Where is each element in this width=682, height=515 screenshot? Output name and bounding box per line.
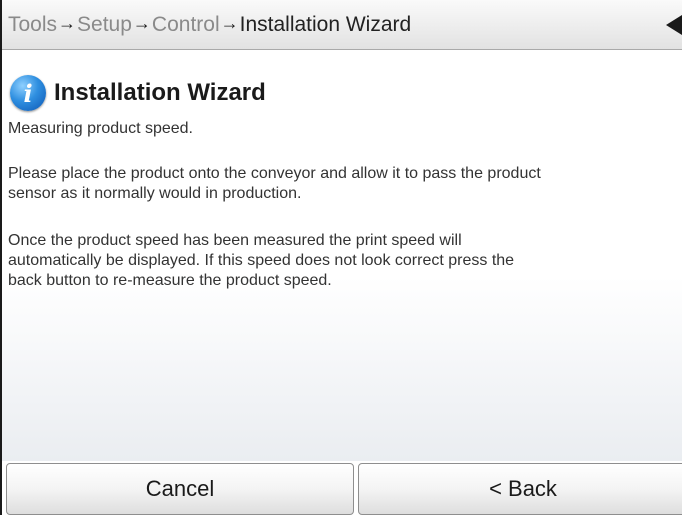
instruction-text: Please place the product onto the convey… xyxy=(8,165,541,202)
breadcrumb-arrow-icon: → xyxy=(132,13,151,33)
breadcrumb-item-tools[interactable]: Tools xyxy=(8,13,57,37)
breadcrumb-arrow-icon: → xyxy=(220,13,239,33)
help-text: Once the product speed has been measured… xyxy=(8,232,515,289)
page-title: Installation Wizard xyxy=(54,79,266,106)
cancel-button[interactable]: Cancel xyxy=(6,463,354,515)
back-button[interactable]: < Back xyxy=(358,463,682,515)
status-text: Measuring product speed. xyxy=(8,120,193,137)
wizard-content: i Installation Wizard Measuring product … xyxy=(2,51,682,461)
info-icon: i xyxy=(10,75,46,111)
breadcrumb: Tools → Setup → Control → Installation W… xyxy=(2,0,682,50)
breadcrumb-item-control[interactable]: Control xyxy=(152,13,220,37)
breadcrumb-arrow-icon: → xyxy=(58,13,77,33)
breadcrumb-item-setup[interactable]: Setup xyxy=(77,13,132,37)
breadcrumb-item-installation-wizard: Installation Wizard xyxy=(239,12,412,36)
title-row: i Installation Wizard xyxy=(10,75,266,111)
back-triangle-icon[interactable] xyxy=(666,15,682,35)
wizard-screen: Tools → Setup → Control → Installation W… xyxy=(0,0,682,515)
button-bar: Cancel < Back xyxy=(2,461,682,515)
